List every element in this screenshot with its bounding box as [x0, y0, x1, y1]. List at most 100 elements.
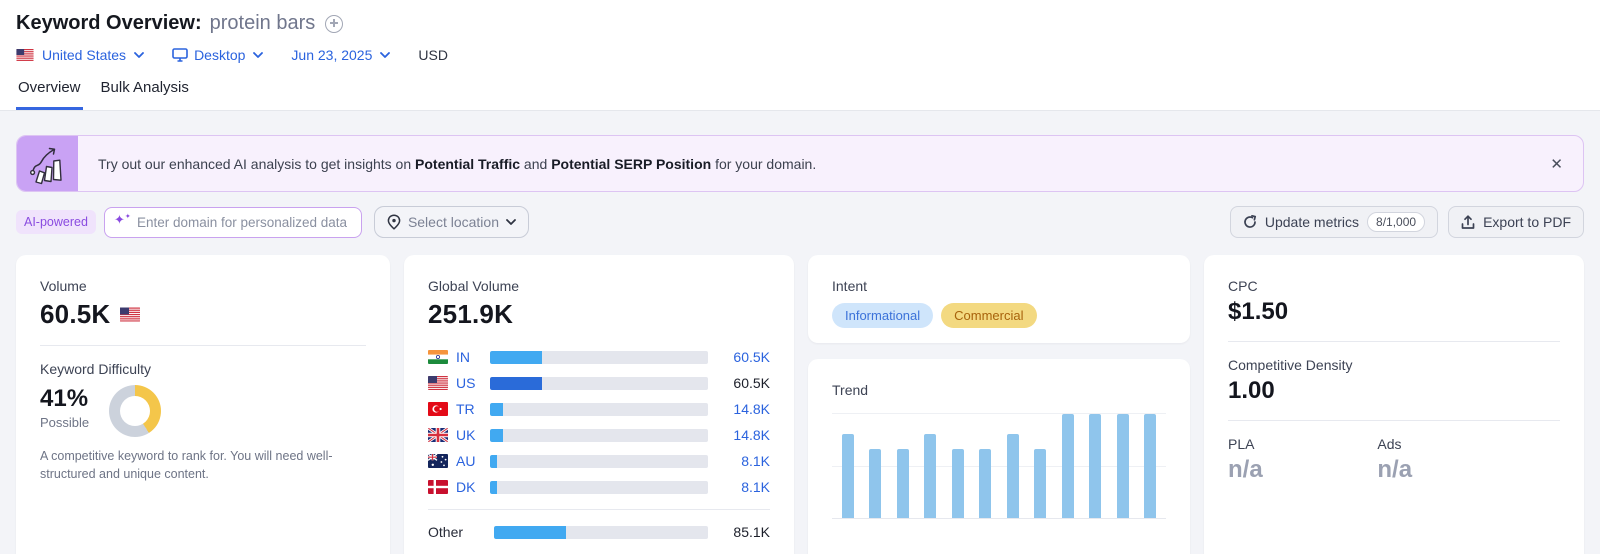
update-metrics-label: Update metrics [1265, 214, 1359, 230]
intent-card: Intent Informational Commercial [808, 255, 1190, 343]
kd-description: A competitive keyword to rank for. You w… [40, 447, 350, 483]
trend-bar [952, 449, 964, 518]
trend-chart-bars [832, 414, 1166, 518]
trend-bar [1089, 414, 1101, 518]
trend-bar [869, 449, 881, 518]
global-volume-value: 251.9K [428, 299, 770, 330]
country-link[interactable]: UK [456, 427, 486, 443]
add-keyword-icon[interactable] [325, 15, 343, 33]
volume-bar-fill [490, 351, 542, 364]
country-link[interactable]: AU [456, 453, 486, 469]
global-volume-row-in: IN 60.5K [428, 344, 770, 370]
country-link[interactable]: IN [456, 349, 486, 365]
trend-bar [1117, 414, 1129, 518]
tab-overview[interactable]: Overview [16, 79, 83, 110]
date-selector[interactable]: Jun 23, 2025 [291, 47, 390, 63]
global-volume-row-dk: DK 8.1K [428, 474, 770, 500]
banner-message: Try out our enhanced AI analysis to get … [78, 136, 1550, 191]
tab-bar: Overview Bulk Analysis [16, 79, 1584, 110]
global-volume-card: Global Volume 251.9K IN 60.5K US 60.5K T… [404, 255, 794, 554]
growth-doodle-icon [28, 143, 68, 185]
trend-bar [842, 434, 854, 518]
volume-bar-fill [490, 403, 503, 416]
volume-value: 60.5K [40, 299, 110, 330]
country-volume-value[interactable]: 60.5K [722, 349, 770, 365]
update-count-badge: 8/1,000 [1367, 212, 1425, 232]
cpc-label: CPC [1228, 278, 1560, 294]
filter-bar: United States Desktop Jun 23, 2025 USD [16, 47, 1584, 63]
export-pdf-button[interactable]: Export to PDF [1448, 206, 1584, 238]
volume-bar-fill [494, 526, 566, 539]
export-pdf-label: Export to PDF [1483, 214, 1571, 230]
ai-promo-banner: Try out our enhanced AI analysis to get … [16, 135, 1584, 192]
flag-uk-icon [428, 428, 448, 442]
page-header: Keyword Overview: protein bars United St… [0, 0, 1600, 111]
trend-bar [924, 434, 936, 518]
trend-bar [979, 449, 991, 518]
country-volume-value[interactable]: 14.8K [722, 401, 770, 417]
flag-us-icon [428, 376, 448, 390]
flag-in-icon [428, 350, 448, 364]
chevron-down-icon [380, 52, 390, 58]
cpc-card: CPC $1.50 Competitive Density 1.00 PLA n… [1204, 255, 1584, 554]
update-metrics-button[interactable]: Update metrics 8/1,000 [1230, 206, 1438, 238]
flag-us-icon [120, 307, 140, 322]
flag-tr-icon [428, 402, 448, 416]
kd-level: Possible [40, 415, 89, 430]
flag-us-icon [16, 49, 36, 61]
competitive-density-value: 1.00 [1228, 377, 1560, 405]
trend-chart [832, 413, 1166, 519]
volume-bar-track [490, 351, 708, 364]
trend-label: Trend [832, 382, 1166, 398]
other-label: Other [428, 524, 490, 540]
volume-bar-fill [490, 377, 542, 390]
chevron-down-icon [253, 52, 263, 58]
trend-bar [1062, 414, 1074, 518]
volume-bar-fill [490, 429, 503, 442]
flag-dk-icon [428, 480, 448, 494]
metrics-cards: Volume 60.5K Keyword Difficulty 41% Poss… [16, 255, 1584, 534]
kd-value: 41% [40, 385, 89, 413]
date-label: Jun 23, 2025 [291, 47, 372, 63]
volume-bar-track [490, 403, 708, 416]
close-icon[interactable]: ✕ [1550, 155, 1563, 173]
global-volume-row-uk: UK 14.8K [428, 422, 770, 448]
global-volume-rows: IN 60.5K US 60.5K TR 14.8K UK 14.8K [428, 344, 770, 545]
volume-bar-track [490, 455, 708, 468]
device-label: Desktop [194, 47, 245, 63]
banner-icon-block [17, 136, 78, 191]
trend-bar [1034, 449, 1046, 518]
kd-label: Keyword Difficulty [40, 361, 366, 377]
device-selector[interactable]: Desktop [172, 47, 263, 63]
refresh-icon [1243, 215, 1257, 229]
other-volume-value: 85.1K [722, 524, 770, 540]
location-pin-icon [387, 214, 401, 230]
global-volume-row-us: US 60.5K [428, 370, 770, 396]
country-link[interactable]: TR [456, 401, 486, 417]
country-volume-value[interactable]: 14.8K [722, 427, 770, 443]
ai-powered-badge: AI-powered [16, 210, 96, 234]
volume-bar-track [490, 429, 708, 442]
tab-bulk-analysis[interactable]: Bulk Analysis [99, 79, 191, 110]
desktop-icon [172, 48, 188, 62]
chevron-down-icon [506, 219, 516, 225]
volume-bar-track [494, 526, 708, 539]
currency-label: USD [418, 47, 448, 63]
select-location-button[interactable]: Select location [374, 206, 529, 238]
intent-pill-commercial: Commercial [941, 303, 1036, 328]
ads-value: n/a [1377, 456, 1526, 484]
page-title: Keyword Overview: [16, 12, 202, 35]
domain-input[interactable] [104, 207, 362, 238]
country-link[interactable]: US [456, 375, 486, 391]
country-link[interactable]: DK [456, 479, 486, 495]
trend-card: Trend [808, 359, 1190, 554]
country-selector[interactable]: United States [16, 47, 144, 63]
global-volume-row-au: AU 8.1K [428, 448, 770, 474]
flag-au-icon [428, 454, 448, 468]
country-volume-value[interactable]: 8.1K [722, 453, 770, 469]
sparkles-icon: ✦✦ [114, 212, 131, 228]
country-volume-value[interactable]: 8.1K [722, 479, 770, 495]
volume-bar-track [490, 481, 708, 494]
pla-label: PLA [1228, 436, 1377, 452]
select-location-label: Select location [408, 214, 499, 230]
